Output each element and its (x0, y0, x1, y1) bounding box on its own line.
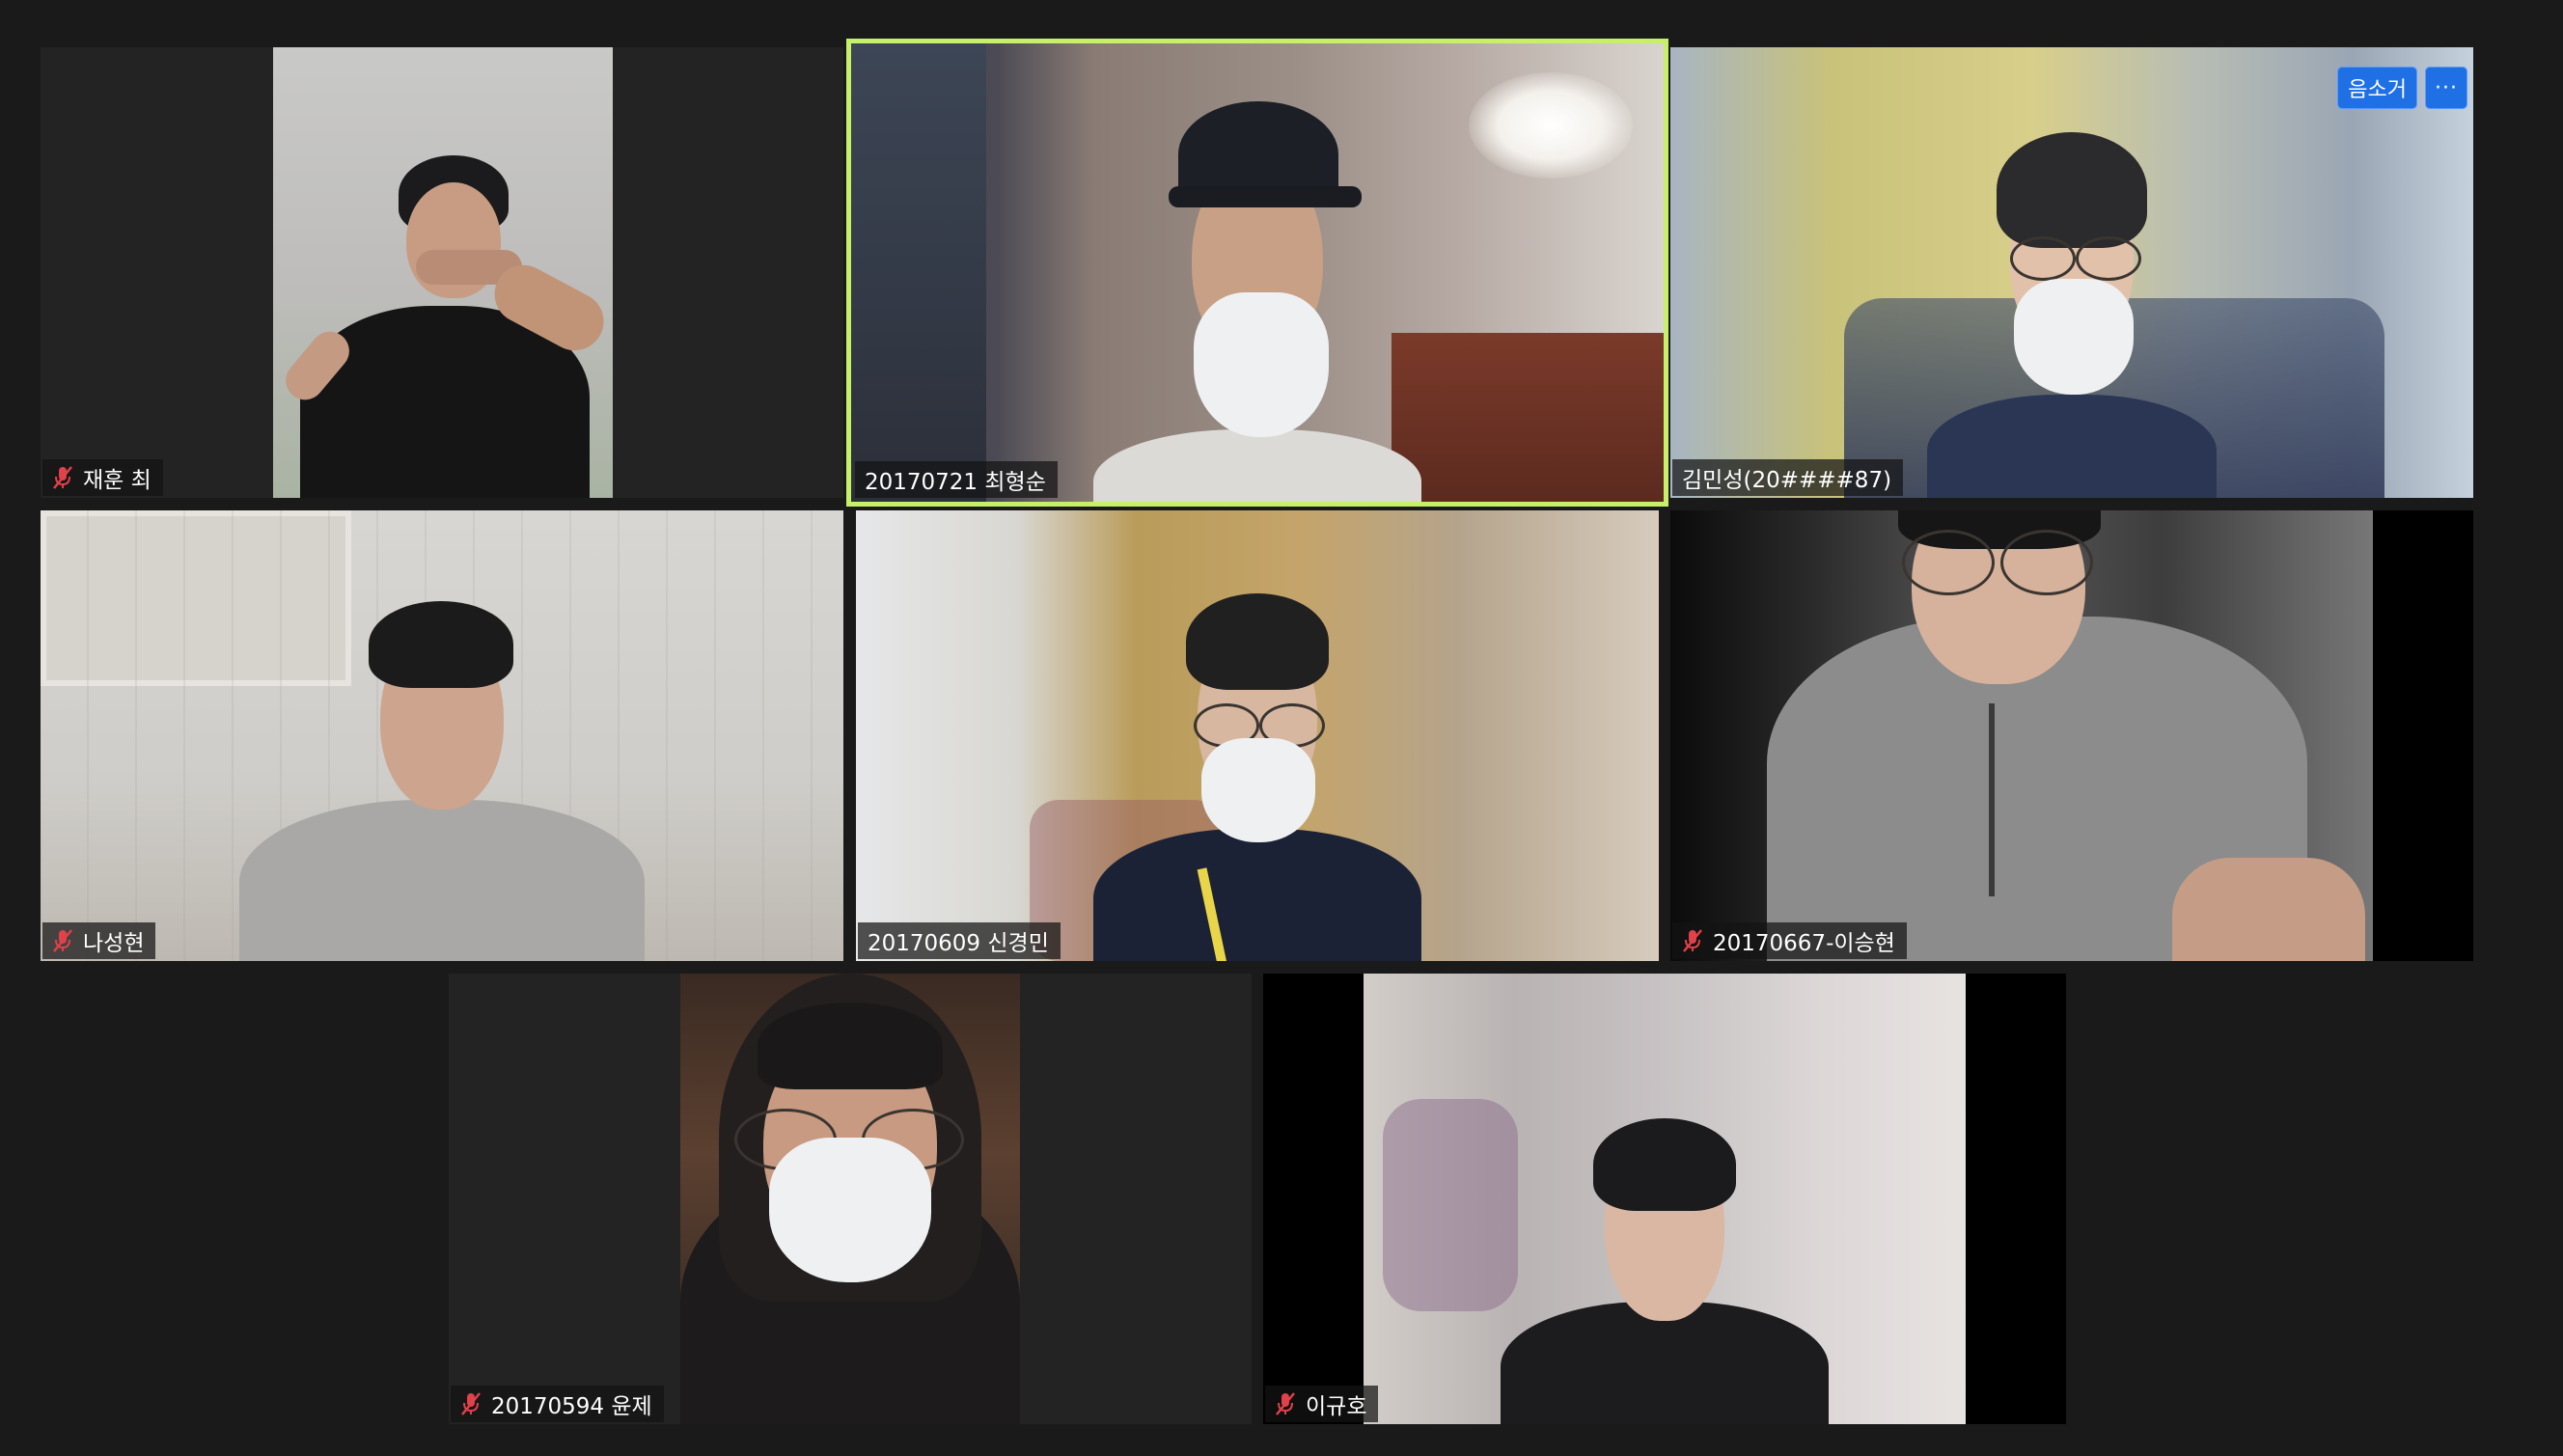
participant-tile-1[interactable]: 재훈 최 (41, 47, 843, 498)
participant-video-7 (680, 974, 1020, 1424)
participant-video-8 (1364, 974, 1966, 1424)
participant-tile-3[interactable]: 음소거 ··· 김민성(20####87) (1670, 47, 2473, 498)
mic-muted-icon (53, 929, 72, 952)
participant-name-tag-7: 20170594 윤제 (451, 1386, 664, 1422)
participant-name: 20170721 최형순 (865, 470, 1046, 495)
mute-participant-button[interactable]: 음소거 (2337, 67, 2417, 109)
tile-controls: 음소거 ··· (2337, 67, 2467, 109)
mic-muted-icon (1683, 929, 1702, 952)
more-icon[interactable]: ··· (2425, 67, 2467, 109)
participant-video-3 (1670, 47, 2473, 498)
participant-name-tag-3: 김민성(20####87) (1672, 459, 1904, 496)
participant-tile-5[interactable]: 20170609 신경민 (856, 510, 1659, 961)
participant-tile-6[interactable]: 20170667-이승현 (1670, 510, 2473, 961)
participant-name: 나성현 (83, 931, 145, 956)
participant-name: 재훈 최 (83, 468, 152, 493)
participant-name: 20170594 윤제 (491, 1394, 652, 1419)
mic-muted-icon (1276, 1392, 1295, 1415)
participant-tile-7[interactable]: 20170594 윤제 (449, 974, 1252, 1424)
participant-name: 20170667-이승현 (1713, 931, 1895, 956)
participant-name: 김민성(20####87) (1682, 468, 1892, 493)
participant-name: 이규호 (1306, 1394, 1367, 1419)
participant-name-tag-8: 이규호 (1265, 1386, 1379, 1422)
participant-tile-4[interactable]: 나성현 (41, 510, 843, 961)
participant-video-4 (41, 510, 843, 961)
mic-muted-icon (461, 1392, 481, 1415)
participant-video-5 (856, 510, 1659, 961)
participant-tile-8[interactable]: 이규호 (1263, 974, 2066, 1424)
participant-name-tag-1: 재훈 최 (42, 459, 163, 496)
participant-name-tag-6: 20170667-이승현 (1672, 922, 1907, 959)
gallery-view: 재훈 최 20170721 최형순 음소거 ··· 김민성(20####87) … (0, 0, 2563, 1456)
participant-name-tag-5: 20170609 신경민 (858, 922, 1061, 959)
participant-video-1 (273, 47, 613, 498)
participant-tile-2[interactable]: 20170721 최형순 (846, 39, 1668, 507)
participant-name: 20170609 신경민 (868, 931, 1049, 956)
participant-name-tag-4: 나성현 (42, 922, 156, 959)
participant-name-tag-2: 20170721 최형순 (855, 461, 1058, 498)
participant-video-6 (1670, 510, 2373, 961)
participant-video-2 (851, 43, 1664, 502)
mic-muted-icon (53, 466, 72, 489)
